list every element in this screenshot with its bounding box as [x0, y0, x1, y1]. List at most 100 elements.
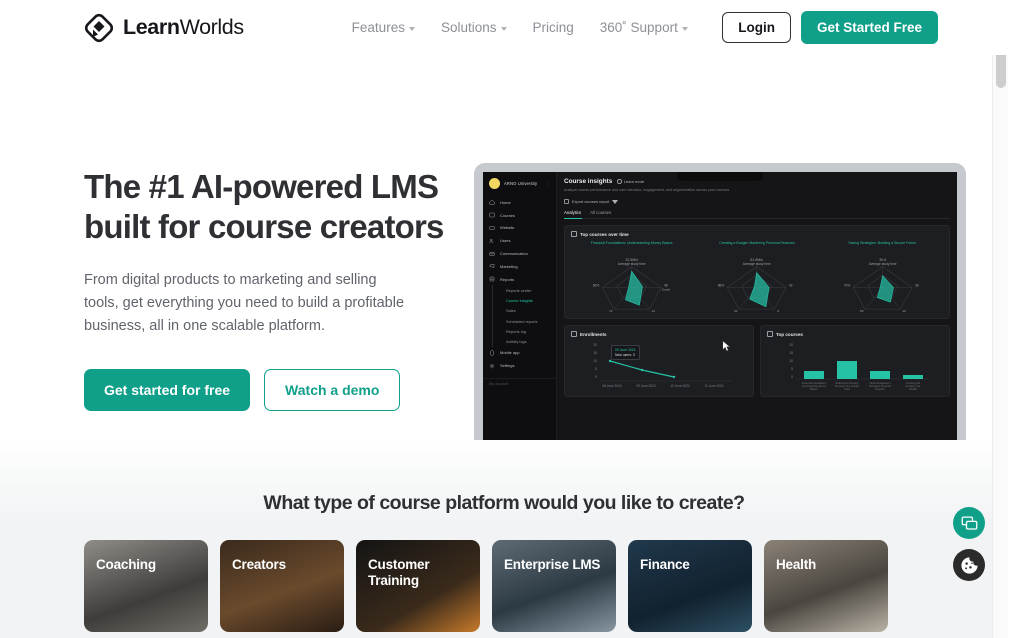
- my-account-link[interactable]: My account: [483, 378, 556, 389]
- svg-text:08 June 2024: 08 June 2024: [602, 384, 622, 388]
- cookie-settings-button[interactable]: [953, 549, 985, 581]
- logo[interactable]: LearnWorlds: [84, 13, 244, 43]
- avatar: [489, 178, 500, 189]
- nav-item-features[interactable]: Features: [352, 20, 415, 35]
- svg-text:56: 56: [860, 309, 864, 313]
- enrollments-panel: Enrollments 20 15 10 5 0 08 June 2024 09…: [564, 325, 754, 397]
- nav-item-pricing[interactable]: Pricing: [533, 20, 574, 35]
- radar-title: Financial Foundations: Understanding Mon…: [590, 241, 673, 245]
- category-card-enterprise-lms[interactable]: Enterprise LMS: [492, 540, 616, 632]
- workspace-switcher[interactable]: ARNO University ⋮: [483, 178, 556, 196]
- get-started-free-button[interactable]: Get Started Free: [800, 11, 938, 44]
- sidebar-item-label: Website: [500, 225, 515, 231]
- category-card-creators[interactable]: Creators: [220, 540, 344, 632]
- dashboard-description: Analyze course performance and user beha…: [564, 188, 730, 192]
- logo-text-bold: Learn: [123, 15, 180, 39]
- nav-label: Solutions: [440, 20, 497, 35]
- sidebar-subitem-reports-center[interactable]: Reports center: [506, 285, 556, 295]
- login-button[interactable]: Login: [722, 12, 791, 43]
- panel-title: Enrollments: [580, 331, 607, 337]
- section-title: What type of course platform would you l…: [263, 492, 745, 514]
- tab-analytics[interactable]: Analytics: [564, 210, 581, 215]
- sidebar-subitem-activity-logs[interactable]: Activity logs: [506, 336, 556, 346]
- category-label: Finance: [640, 557, 690, 572]
- nav-label: 360˚ Support: [599, 20, 678, 35]
- chevron-down-icon: [500, 26, 507, 31]
- sidebar-item-website[interactable]: Website: [483, 222, 556, 235]
- chat-icon: [961, 515, 977, 530]
- category-label: Customer Training: [368, 557, 430, 589]
- laptop-mockup: ARNO University ⋮ Home Courses Website U…: [452, 163, 988, 463]
- workspace-name: ARNO University: [504, 181, 538, 186]
- panel-header: Enrollments: [571, 331, 747, 337]
- category-card-health[interactable]: Health: [764, 540, 888, 632]
- sidebar-subitem-scheduled-reports[interactable]: Scheduled reports: [506, 316, 556, 326]
- svg-text:15: 15: [593, 351, 597, 355]
- category-label: Coaching: [96, 557, 156, 572]
- nav-item-support[interactable]: 360˚ Support: [600, 20, 688, 35]
- sidebar-subitem-sales[interactable]: Sales: [506, 306, 556, 316]
- watch-a-demo-button[interactable]: Watch a demo: [264, 368, 401, 411]
- category-card-customer-training[interactable]: Customer Training: [356, 540, 480, 632]
- main-nav: Features Solutions Pricing 360˚ Support: [352, 20, 688, 35]
- svg-text:20: 20: [902, 309, 906, 313]
- sidebar-item-courses[interactable]: Courses: [483, 209, 556, 222]
- svg-text:11 June 2024: 11 June 2024: [704, 384, 723, 388]
- landing-page: LearnWorlds Features Solutions Pricing 3…: [0, 0, 1008, 638]
- category-label: Creators: [232, 557, 286, 572]
- hero-title-line2: built for course creators: [84, 208, 444, 246]
- category-card-finance[interactable]: Finance: [628, 540, 752, 632]
- learn-more-link[interactable]: Learn more: [617, 179, 644, 184]
- radar-chart-3: Saving Strategies: Building a Secure Fut…: [822, 241, 943, 313]
- nav-item-solutions[interactable]: Solutions: [441, 20, 507, 35]
- tab-all-courses[interactable]: All courses: [590, 210, 611, 215]
- svg-text:Average study time: Average study time: [618, 262, 646, 266]
- gear-icon: [489, 363, 495, 369]
- nav-label: Features: [351, 20, 405, 35]
- users-icon: [489, 238, 493, 243]
- sidebar-item-reports[interactable]: Reports: [483, 273, 556, 286]
- export-label: Export courses report: [572, 198, 610, 204]
- hero-subtitle: From digital products to marketing and s…: [84, 271, 405, 335]
- sidebar-item-users[interactable]: Users: [483, 234, 556, 247]
- header-actions: Login Get Started Free: [722, 11, 938, 44]
- svg-text:Years: Years: [844, 388, 851, 391]
- logo-text: LearnWorlds: [123, 15, 244, 40]
- export-icon: [564, 198, 569, 204]
- cookie-icon: [960, 556, 978, 574]
- chevron-down-icon: [681, 26, 688, 31]
- sidebar-item-communication[interactable]: Communication: [483, 247, 556, 260]
- svg-text:Average study time: Average study time: [743, 262, 771, 266]
- radar-title: Saving Strategies: Building a Secure Fut…: [848, 241, 917, 245]
- sidebar-item-label: Marketing: [500, 263, 518, 269]
- svg-text:5: 5: [791, 367, 793, 371]
- export-courses-report-button[interactable]: Export courses report: [564, 198, 950, 204]
- category-card-coaching[interactable]: Coaching: [84, 540, 208, 632]
- hero-section: The #1 AI-powered LMS built for course c…: [0, 55, 1008, 463]
- sidebar-item-marketing[interactable]: Marketing: [483, 260, 556, 273]
- learnworlds-logo-icon: [84, 13, 114, 43]
- more-icon[interactable]: ⋮: [545, 181, 550, 187]
- radar-title: Creating a Budget: Mastering Personal Fi…: [719, 241, 795, 245]
- svg-text:Freedom: Freedom: [875, 388, 885, 391]
- marketing-icon: [489, 263, 495, 269]
- svg-text:15: 15: [789, 351, 793, 355]
- get-started-for-free-button[interactable]: Get started for free: [84, 368, 251, 411]
- browser-scrollbar[interactable]: [992, 0, 1008, 638]
- learn-more-label: Learn more: [623, 179, 645, 184]
- sidebar-item-settings[interactable]: Settings: [483, 359, 556, 372]
- panel-header: Top courses: [767, 331, 943, 337]
- tooltip-value: New users: 3: [615, 353, 635, 357]
- sidebar-item-home[interactable]: Home: [483, 196, 556, 209]
- category-label: Health: [776, 557, 817, 572]
- nav-label: Pricing: [532, 20, 574, 35]
- chat-widget-button[interactable]: [953, 507, 985, 539]
- sidebar-subitem-course-insights[interactable]: Course insights: [506, 296, 556, 306]
- dashboard-main: Course insights Learn more Analyze cours…: [557, 172, 957, 444]
- sidebar-item-mobile-app[interactable]: Mobile app: [483, 347, 556, 360]
- chart-tooltip: 09 June 2024 New users: 3: [611, 345, 640, 360]
- radar-svg: 32.5Min Average study time 48 Social 12 …: [593, 258, 670, 313]
- sidebar-item-label: Courses: [500, 212, 515, 218]
- sidebar-subitem-reports-log[interactable]: Reports log: [506, 326, 556, 336]
- info-icon: [617, 179, 622, 184]
